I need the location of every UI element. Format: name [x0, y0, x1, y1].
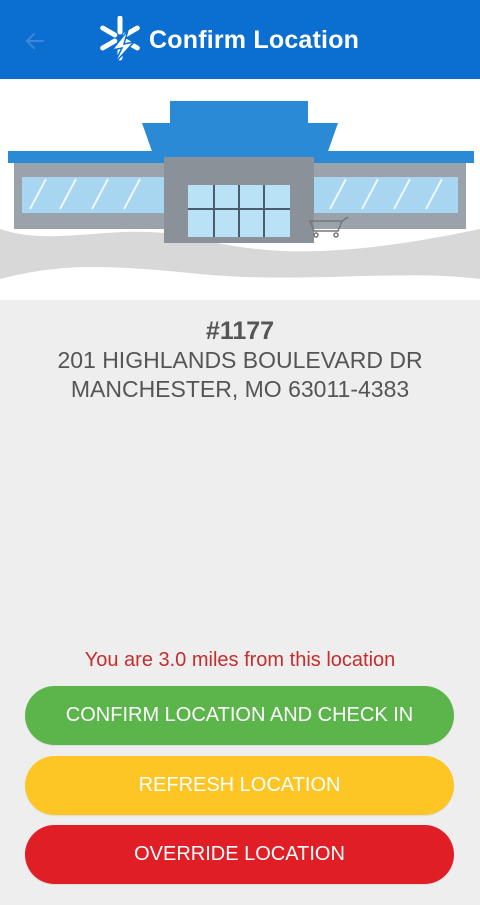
back-button[interactable]: [18, 24, 52, 58]
store-info: #1177 201 HIGHLANDS BOULEVARD DR MANCHES…: [0, 316, 480, 404]
confirm-check-in-button[interactable]: CONFIRM LOCATION AND CHECK IN: [25, 686, 454, 745]
app-bar: Confirm Location: [0, 0, 480, 79]
address-line-1: 201 HIGHLANDS BOULEVARD DR: [57, 347, 423, 373]
override-location-button[interactable]: OVERRIDE LOCATION: [25, 825, 454, 884]
page-title: Confirm Location: [149, 26, 360, 54]
spark-logo-icon: [100, 16, 140, 65]
address-line-2: MANCHESTER, MO 63011-4383: [70, 376, 410, 402]
store-illustration: [0, 79, 480, 300]
refresh-location-button[interactable]: REFRESH LOCATION: [25, 756, 454, 815]
store-building-image: [0, 101, 480, 279]
arrow-left-icon: [26, 33, 44, 49]
distance-text: You are 3.0 miles from this location: [84, 649, 396, 671]
store-number: #1177: [205, 317, 275, 345]
